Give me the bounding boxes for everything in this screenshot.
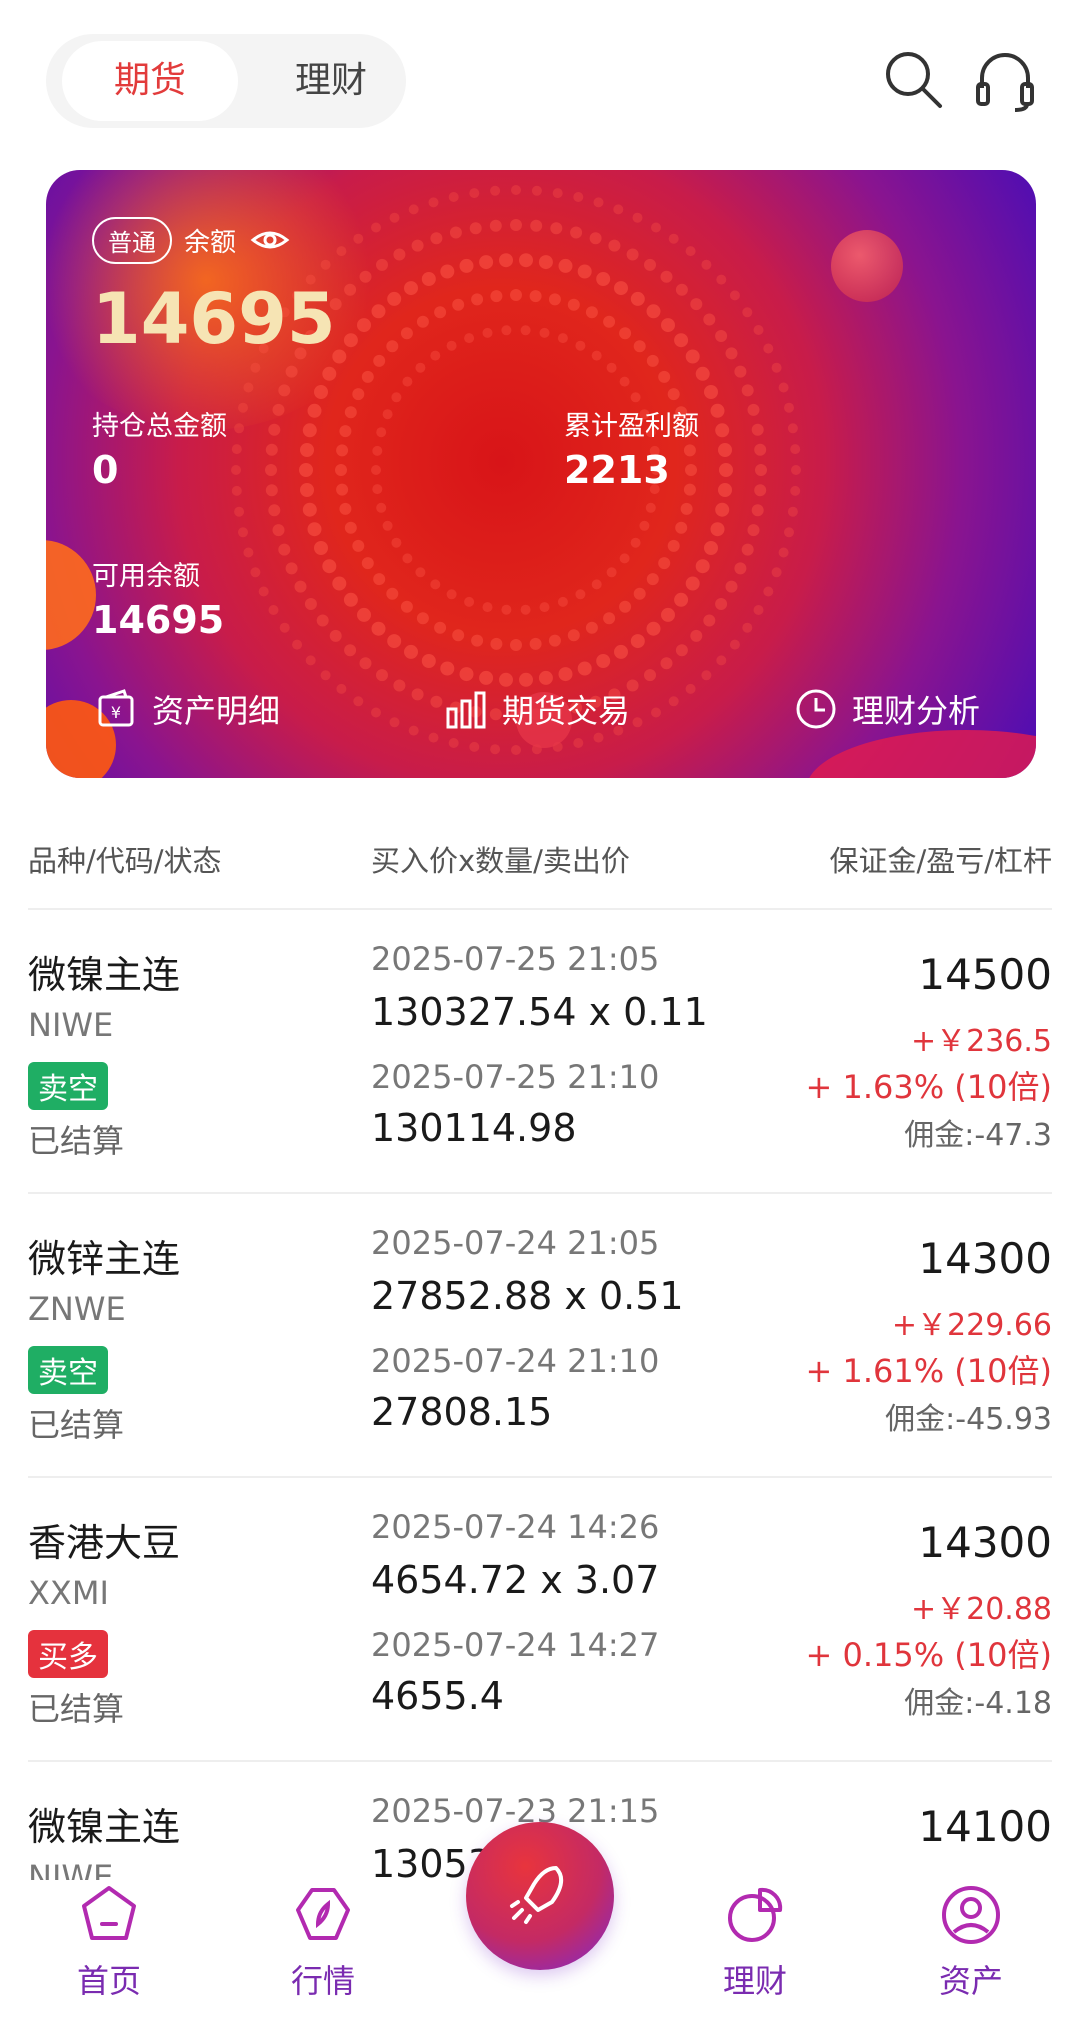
instrument-code: NIWE [28, 1006, 114, 1044]
center-trade-button[interactable] [466, 1822, 614, 1970]
status-text: 已结算 [28, 1690, 125, 1728]
svg-text:¥: ¥ [111, 703, 121, 722]
status-text: 已结算 [28, 1406, 125, 1444]
margin-value: 14500 [918, 950, 1052, 999]
commission-value: 佣金:-47.3 [904, 1118, 1052, 1153]
profile-icon [942, 1886, 1000, 1944]
table-row[interactable]: 微锌主连 ZNWE 卖空 已结算 2025-07-24 21:05 27852.… [28, 1194, 1052, 1478]
instrument-name: 微镍主连 [28, 1805, 181, 1849]
pnl-percent-leverage: + 1.63% (10倍) [805, 1068, 1052, 1106]
buy-time: 2025-07-25 21:05 [371, 940, 660, 978]
wealth-icon [728, 1887, 783, 1942]
bar-chart-icon [446, 691, 486, 729]
nav-item-wealth[interactable]: 理财 [690, 1880, 820, 2002]
futures-trading-button[interactable]: 期货交易 [444, 684, 630, 734]
pnl-value: +￥236.5 [910, 1024, 1052, 1059]
wealth-analysis-button[interactable]: 理财分析 [794, 684, 980, 734]
position-total-label: 持仓总金额 [92, 411, 227, 442]
available-balance-value: 14695 [92, 598, 225, 642]
pnl-percent-leverage: + 0.15% (10倍) [805, 1636, 1052, 1674]
commission-value: 佣金:-4.18 [904, 1686, 1052, 1721]
asset-details-button[interactable]: ¥ 资产明细 [94, 684, 280, 734]
sell-price: 4655.4 [371, 1674, 504, 1718]
instrument-name: 香港大豆 [28, 1521, 181, 1565]
direction-badge: 买多 [28, 1630, 108, 1678]
sell-time: 2025-07-25 21:10 [371, 1058, 660, 1096]
buy-time: 2025-07-24 14:26 [371, 1508, 660, 1546]
buy-time: 2025-07-23 21:15 [371, 1792, 660, 1830]
account-card: 普通 余额 14695 持仓总金额 0 累计盈利额 2213 可用余额 1469… [46, 170, 1036, 778]
cumulative-profit-value: 2213 [564, 448, 670, 492]
column-header-price: 买入价x数量/卖出价 [371, 844, 630, 878]
eye-icon[interactable] [250, 220, 290, 260]
commission-value: 佣金:-45.93 [885, 1402, 1052, 1437]
cumulative-profit-label: 累计盈利额 [564, 411, 699, 442]
sell-time: 2025-07-24 14:27 [371, 1626, 660, 1664]
sell-price: 27808.15 [371, 1390, 553, 1434]
instrument-name: 微镍主连 [28, 953, 181, 997]
position-total-value: 0 [92, 448, 119, 492]
buy-price-qty: 130327.54 x 0.11 [371, 990, 708, 1034]
direction-badge: 卖空 [28, 1062, 108, 1110]
pnl-value: +￥20.88 [910, 1592, 1052, 1627]
margin-value: 14300 [918, 1234, 1052, 1283]
table-row[interactable]: 微镍主连 NIWE 卖空 已结算 2025-07-25 21:05 130327… [28, 910, 1052, 1194]
buy-price-qty: 4654.72 x 3.07 [371, 1558, 660, 1602]
list-header: 品种/代码/状态 买入价x数量/卖出价 保证金/盈亏/杠杆 [28, 838, 1052, 888]
table-row[interactable]: 香港大豆 XXMI 买多 已结算 2025-07-24 14:26 4654.7… [28, 1478, 1052, 1762]
nav-item-market[interactable]: 行情 [258, 1880, 388, 2002]
nav-item-assets[interactable]: 资产 [906, 1880, 1036, 2002]
direction-badge: 卖空 [28, 1346, 108, 1394]
sell-price: 130114.98 [371, 1106, 577, 1150]
margin-value: 14100 [918, 1802, 1052, 1851]
column-header-margin: 保证金/盈亏/杠杆 [829, 844, 1052, 878]
header: 期货 理财 [0, 0, 1080, 160]
pnl-value: +￥229.66 [891, 1308, 1052, 1343]
rocket-icon [510, 1866, 564, 1924]
account-type-badge: 普通 [92, 216, 172, 264]
nav-item-home[interactable]: 首页 [44, 1880, 174, 2002]
instrument-code: NIWE [28, 1858, 114, 1880]
clock-icon [796, 689, 836, 729]
segment-control: 期货 理财 [46, 34, 406, 128]
column-header-instrument: 品种/代码/状态 [28, 844, 222, 878]
balance-value: 14695 [92, 278, 336, 360]
balance-row: 普通 余额 [92, 216, 290, 264]
sell-time: 2025-07-24 21:10 [371, 1342, 660, 1380]
tab-futures[interactable]: 期货 [62, 41, 238, 121]
balance-label: 余额 [184, 227, 237, 258]
buy-price-qty: 27852.88 x 0.51 [371, 1274, 684, 1318]
buy-time: 2025-07-24 21:05 [371, 1224, 660, 1262]
tab-wealth[interactable]: 理财 [256, 41, 406, 121]
search-icon[interactable] [878, 44, 948, 114]
headset-icon[interactable] [970, 44, 1040, 114]
available-balance-label: 可用余额 [92, 561, 200, 592]
market-icon [296, 1888, 350, 1940]
margin-value: 14300 [918, 1518, 1052, 1567]
instrument-code: ZNWE [28, 1290, 126, 1328]
pnl-percent-leverage: + 1.61% (10倍) [805, 1352, 1052, 1390]
home-icon [82, 1886, 136, 1940]
instrument-name: 微锌主连 [28, 1237, 181, 1281]
wallet-icon: ¥ [98, 689, 134, 727]
status-text: 已结算 [28, 1122, 125, 1160]
instrument-code: XXMI [28, 1574, 109, 1612]
